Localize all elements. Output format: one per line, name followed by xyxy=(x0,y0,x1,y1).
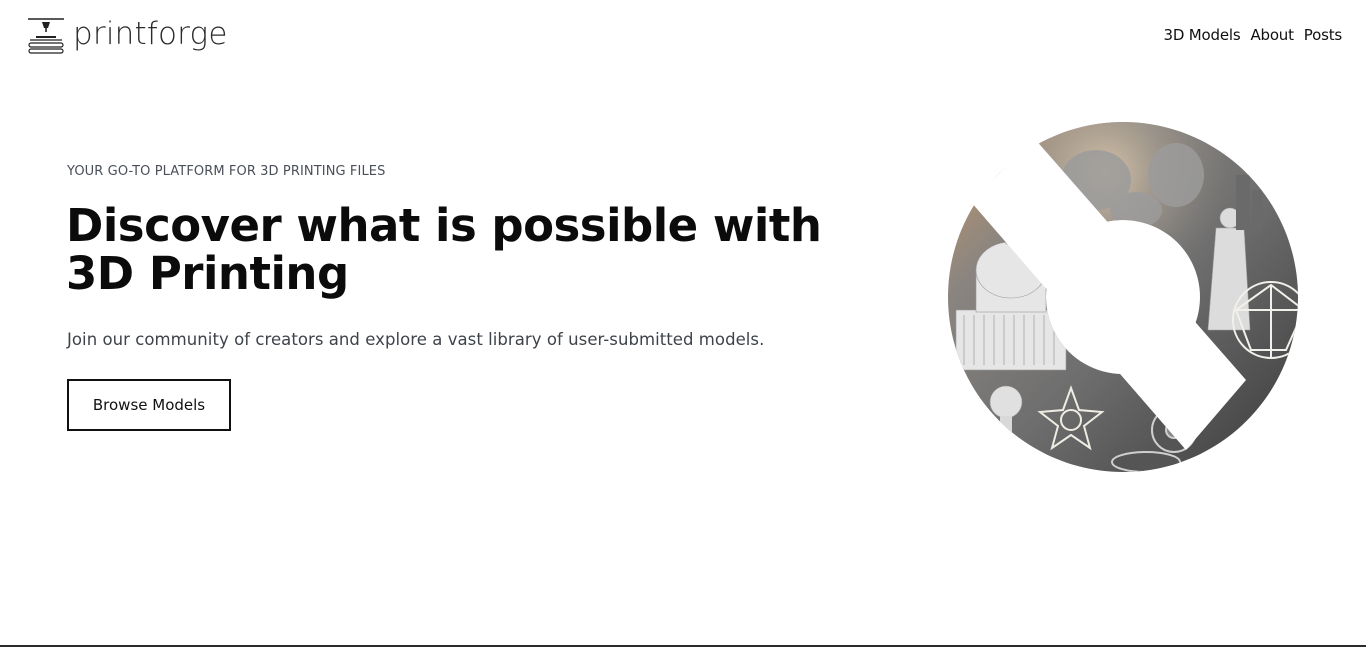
headline-line-2: 3D Printing xyxy=(66,247,349,300)
hero-subtext: Join our community of creators and explo… xyxy=(67,330,765,349)
main-nav: 3D Models About Posts xyxy=(1164,26,1343,44)
page: printforge 3D Models About Posts YOUR GO… xyxy=(0,0,1366,647)
logo-text: printforge xyxy=(73,15,228,52)
logo-link[interactable]: printforge xyxy=(26,16,228,56)
headline-line-1: Discover what is possible with xyxy=(66,199,822,252)
nav-posts[interactable]: Posts xyxy=(1304,26,1342,44)
nav-3d-models[interactable]: 3D Models xyxy=(1164,26,1241,44)
3d-printer-icon xyxy=(28,18,64,54)
hero-headline: Discover what is possible with 3D Printi… xyxy=(66,202,886,298)
site-header: printforge 3D Models About Posts xyxy=(0,0,1366,72)
hero-eyebrow: YOUR GO-TO PLATFORM FOR 3D PRINTING FILE… xyxy=(67,164,386,179)
nav-about[interactable]: About xyxy=(1250,26,1294,44)
browse-models-button[interactable]: Browse Models xyxy=(67,379,231,431)
hero-image xyxy=(947,122,1298,472)
